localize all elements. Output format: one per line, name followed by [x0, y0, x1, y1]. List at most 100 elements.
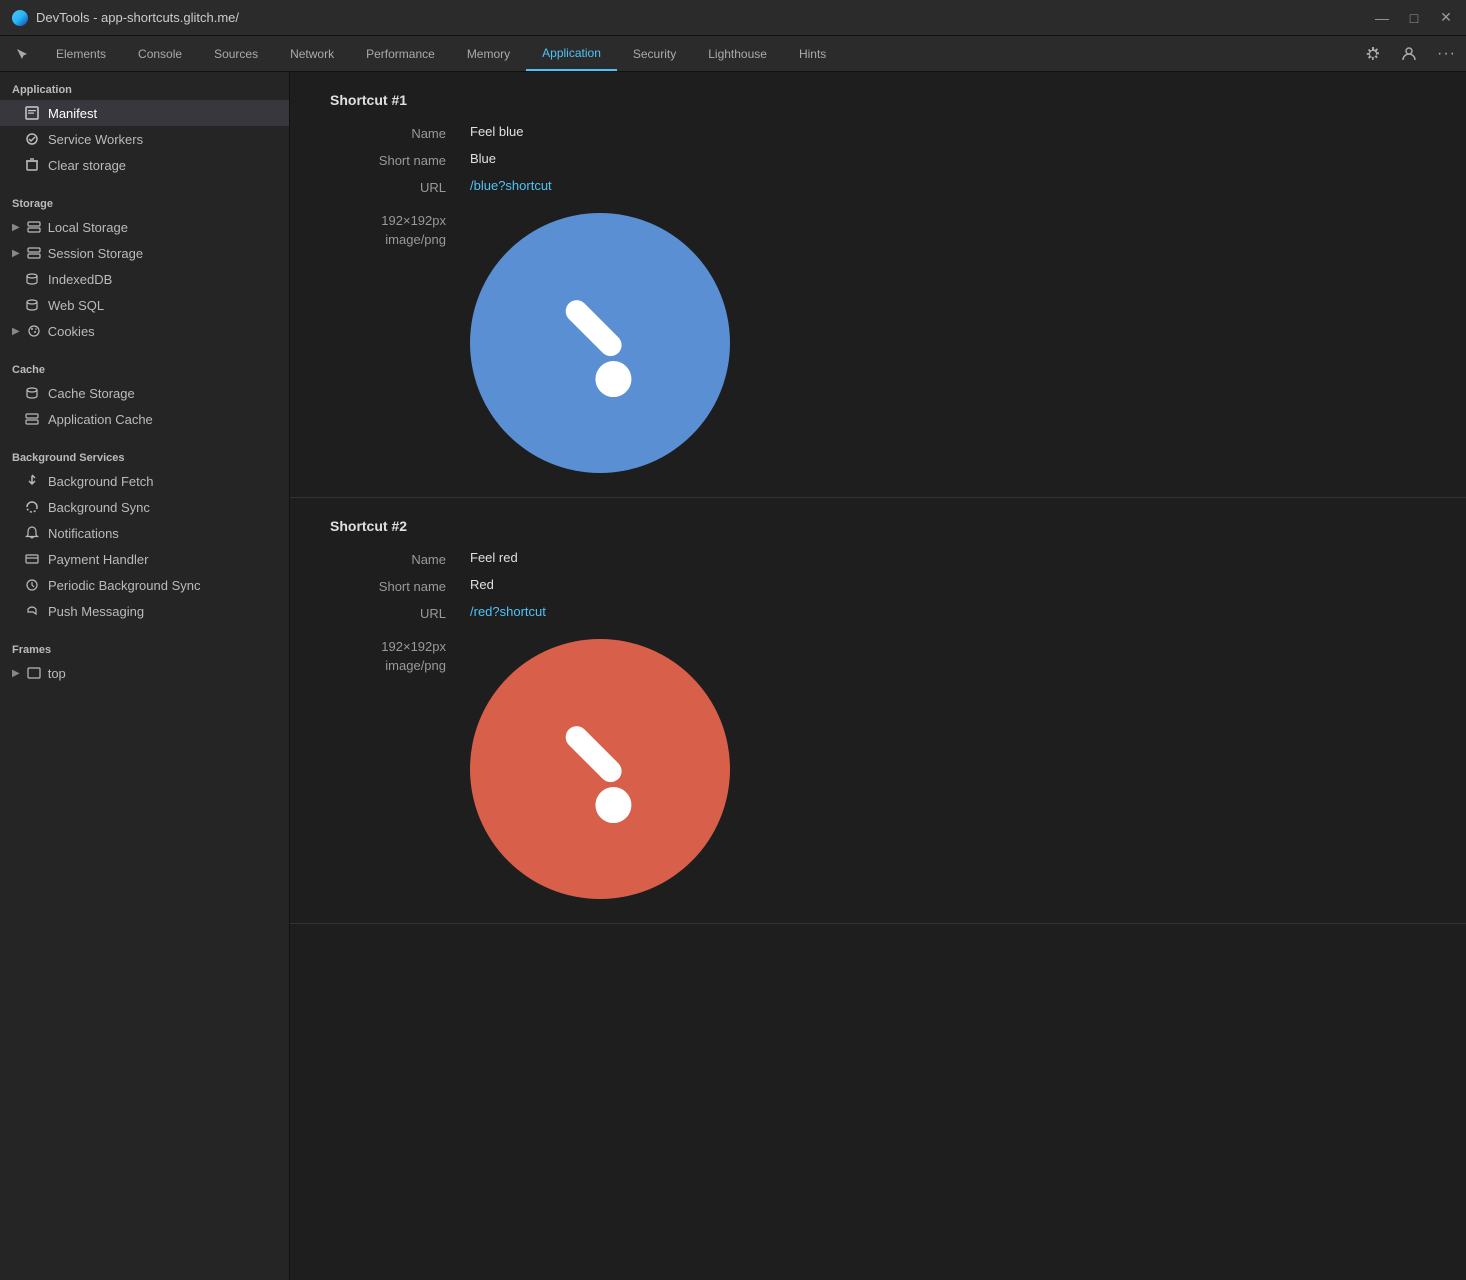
shortcut-1-url-row: URL /blue?shortcut — [330, 178, 1426, 195]
top-icon — [26, 665, 42, 681]
shortcut-1-name-row: Name Feel blue — [330, 124, 1426, 141]
sidebar-item-clear-storage[interactable]: Clear storage — [0, 152, 289, 178]
tabbar: Elements Console Sources Network Perform… — [0, 36, 1466, 72]
background-services-section-label: Background Services — [0, 440, 289, 468]
periodic-background-sync-icon — [24, 577, 40, 593]
sidebar-item-indexeddb[interactable]: IndexedDB — [0, 266, 289, 292]
cache-storage-label: Cache Storage — [48, 386, 135, 401]
sidebar-item-payment-handler[interactable]: Payment Handler — [0, 546, 289, 572]
cache-storage-icon — [24, 385, 40, 401]
shortcut-2-name-label: Name — [330, 550, 470, 567]
more-icon-btn[interactable]: ··· — [1427, 45, 1466, 63]
local-storage-label: Local Storage — [48, 220, 128, 235]
tab-lighthouse[interactable]: Lighthouse — [692, 36, 783, 71]
background-sync-label: Background Sync — [48, 500, 150, 515]
shortcut-1-dimensions: 192×192px — [381, 213, 446, 228]
manifest-icon — [24, 105, 40, 121]
tab-console[interactable]: Console — [122, 36, 198, 71]
local-storage-arrow: ▶ — [12, 222, 20, 233]
sidebar-item-manifest[interactable]: Manifest — [0, 100, 289, 126]
shortcut-2-image-row: 192×192px image/png — [330, 631, 1426, 899]
shortcut-1-shortname-label: Short name — [330, 151, 470, 168]
shortcut-1-brush-icon — [515, 258, 685, 428]
shortcut-2-name-row: Name Feel red — [330, 550, 1426, 567]
session-storage-icon — [26, 245, 42, 261]
shortcut-2-url-link[interactable]: /red?shortcut — [470, 604, 546, 619]
shortcut-2-icon-circle — [470, 639, 730, 899]
sidebar-item-cookies[interactable]: ▶ Cookies — [0, 318, 289, 344]
shortcut-1-image-container — [470, 213, 730, 473]
sidebar-item-web-sql[interactable]: Web SQL — [0, 292, 289, 318]
inspect-icon-btn[interactable] — [4, 36, 40, 71]
content-area: Shortcut #1 Name Feel blue Short name Bl… — [290, 72, 1466, 1280]
cookies-arrow: ▶ — [12, 326, 20, 337]
application-cache-icon — [24, 411, 40, 427]
devtools-icon — [12, 10, 28, 26]
minimize-button[interactable]: — — [1374, 10, 1390, 26]
indexeddb-icon — [24, 271, 40, 287]
shortcut-1-url-label: URL — [330, 178, 470, 195]
service-workers-label: Service Workers — [48, 132, 143, 147]
tab-sources[interactable]: Sources — [198, 36, 274, 71]
top-arrow: ▶ — [12, 668, 20, 679]
storage-section-label: Storage — [0, 186, 289, 214]
tab-memory[interactable]: Memory — [451, 36, 526, 71]
shortcut-1-format: image/png — [385, 232, 446, 247]
background-sync-icon — [24, 499, 40, 515]
shortcut-2-url-label: URL — [330, 604, 470, 621]
session-storage-label: Session Storage — [48, 246, 143, 261]
shortcut-1-title: Shortcut #1 — [330, 92, 1426, 108]
indexeddb-label: IndexedDB — [48, 272, 112, 287]
shortcut-2-title: Shortcut #2 — [330, 518, 1426, 534]
main-layout: Application Manifest Service Workers Cle… — [0, 72, 1466, 1280]
sidebar-item-cache-storage[interactable]: Cache Storage — [0, 380, 289, 406]
sidebar-item-periodic-background-sync[interactable]: Periodic Background Sync — [0, 572, 289, 598]
application-section-label: Application — [0, 72, 289, 100]
tab-security[interactable]: Security — [617, 36, 692, 71]
payment-handler-icon — [24, 551, 40, 567]
sidebar-item-background-fetch[interactable]: Background Fetch — [0, 468, 289, 494]
service-workers-icon — [24, 131, 40, 147]
push-messaging-label: Push Messaging — [48, 604, 144, 619]
clear-storage-icon — [24, 157, 40, 173]
sidebar-item-service-workers[interactable]: Service Workers — [0, 126, 289, 152]
sidebar-item-notifications[interactable]: Notifications — [0, 520, 289, 546]
sidebar-item-background-sync[interactable]: Background Sync — [0, 494, 289, 520]
web-sql-label: Web SQL — [48, 298, 104, 313]
shortcut-1-block: Shortcut #1 Name Feel blue Short name Bl… — [290, 72, 1466, 498]
sidebar-item-application-cache[interactable]: Application Cache — [0, 406, 289, 432]
shortcut-1-url-link[interactable]: /blue?shortcut — [470, 178, 552, 193]
notifications-icon — [24, 525, 40, 541]
tab-hints[interactable]: Hints — [783, 36, 842, 71]
shortcut-2-format: image/png — [385, 658, 446, 673]
user-icon-btn[interactable] — [1391, 46, 1427, 62]
sidebar: Application Manifest Service Workers Cle… — [0, 72, 290, 1280]
background-fetch-label: Background Fetch — [48, 474, 154, 489]
close-button[interactable]: ✕ — [1438, 10, 1454, 26]
maximize-button[interactable]: □ — [1406, 10, 1422, 26]
sidebar-item-session-storage[interactable]: ▶ Session Storage — [0, 240, 289, 266]
web-sql-icon — [24, 297, 40, 313]
tab-network[interactable]: Network — [274, 36, 350, 71]
tabbar-right-controls: ··· — [1355, 36, 1466, 71]
application-cache-label: Application Cache — [48, 412, 153, 427]
shortcut-2-shortname-row: Short name Red — [330, 577, 1426, 594]
titlebar: DevTools - app-shortcuts.glitch.me/ — □ … — [0, 0, 1466, 36]
sidebar-item-top[interactable]: ▶ top — [0, 660, 289, 686]
shortcut-2-brush-icon — [515, 684, 685, 854]
tab-application[interactable]: Application — [526, 36, 617, 71]
manifest-label: Manifest — [48, 106, 97, 121]
session-storage-arrow: ▶ — [12, 248, 20, 259]
tab-performance[interactable]: Performance — [350, 36, 451, 71]
clear-storage-label: Clear storage — [48, 158, 126, 173]
shortcut-1-image-row: 192×192px image/png — [330, 205, 1426, 473]
sidebar-item-local-storage[interactable]: ▶ Local Storage — [0, 214, 289, 240]
cookies-label: Cookies — [48, 324, 95, 339]
sidebar-item-push-messaging[interactable]: Push Messaging — [0, 598, 289, 624]
shortcut-1-shortname-row: Short name Blue — [330, 151, 1426, 168]
tab-elements[interactable]: Elements — [40, 36, 122, 71]
notifications-label: Notifications — [48, 526, 119, 541]
window-title: DevTools - app-shortcuts.glitch.me/ — [36, 10, 1366, 25]
settings-icon-btn[interactable] — [1355, 46, 1391, 62]
push-messaging-icon — [24, 603, 40, 619]
